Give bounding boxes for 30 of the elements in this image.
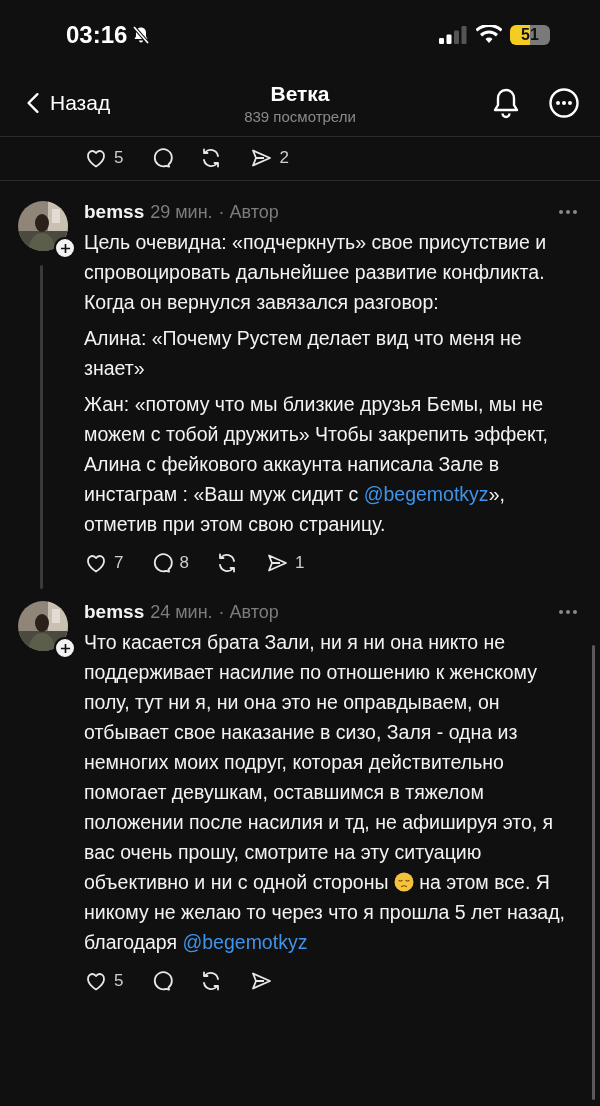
like-button[interactable]: 7 <box>84 551 124 575</box>
post-time: 29 мин. <box>150 201 213 223</box>
share-button[interactable]: 1 <box>264 551 305 575</box>
wifi-icon <box>476 25 502 45</box>
signal-icon <box>438 25 468 45</box>
mention-link[interactable]: @begemotkyz <box>363 483 489 505</box>
post-text: Алина: «Почему Рустем делает вид что меня не знает» <box>84 326 523 381</box>
post-text: Что касается брата Зали, ни я ни она никто не поддерживает насилие по отношению к женскому полу, тут ни я, ни она это не оправдываем, он отбывает свое наказание в сизо, Заля - одна из немногих моих подруг, которая действительно помогает девушкам, оставшимся в тяжелом положении после насилия и тд, не афишируя это, я вас очень прошу, смотрите на эту ситуацию объективно и ни с одной стороны на этом все. Я никому не желаю то через что я прошла 5 лет назад, благодаря @begemotkyz <box>84 630 566 955</box>
back-button[interactable]: Назад <box>26 91 111 115</box>
author-name[interactable]: bemss <box>84 601 145 623</box>
author-label: · Автор <box>218 201 279 223</box>
chevron-left-icon <box>26 92 40 114</box>
sad-emoji-icon <box>393 872 414 892</box>
follow-badge[interactable] <box>54 237 76 259</box>
author-label: · Автор <box>218 601 279 623</box>
like-button[interactable]: 5 <box>84 969 124 993</box>
status-time: 03:16 <box>66 21 128 49</box>
more-icon[interactable] <box>548 87 580 119</box>
mention-link[interactable]: @begemotkyz <box>182 931 308 953</box>
view-count: 839 посмотрели <box>244 107 356 125</box>
post-text: Цель очевидна: «подчеркнуть» свое присутствие и спровоцировать дальнейшее развитие конфликта. Когда он вернулся завязался разговор: <box>84 230 548 315</box>
author-name[interactable]: bemss <box>84 201 145 223</box>
post-time: 24 мин. <box>150 601 213 623</box>
follow-badge[interactable] <box>54 637 76 659</box>
like-button[interactable]: 5 <box>84 146 124 170</box>
post-text: Жан: «потому что мы близкие друзья Бемы, мы не можем с тобой дружить» Чтобы закрепить эффект, Алина с фейкового аккаунта написала Зале в инстаграм : «Ваш муж сидит с @begemotkyz», отметив при этом свою страницу. <box>84 392 549 537</box>
reply-button[interactable]: 8 <box>149 551 189 575</box>
share-button[interactable]: 2 <box>249 146 289 170</box>
thread-title: Ветка <box>270 81 330 106</box>
battery-indicator: 51 <box>510 25 550 45</box>
